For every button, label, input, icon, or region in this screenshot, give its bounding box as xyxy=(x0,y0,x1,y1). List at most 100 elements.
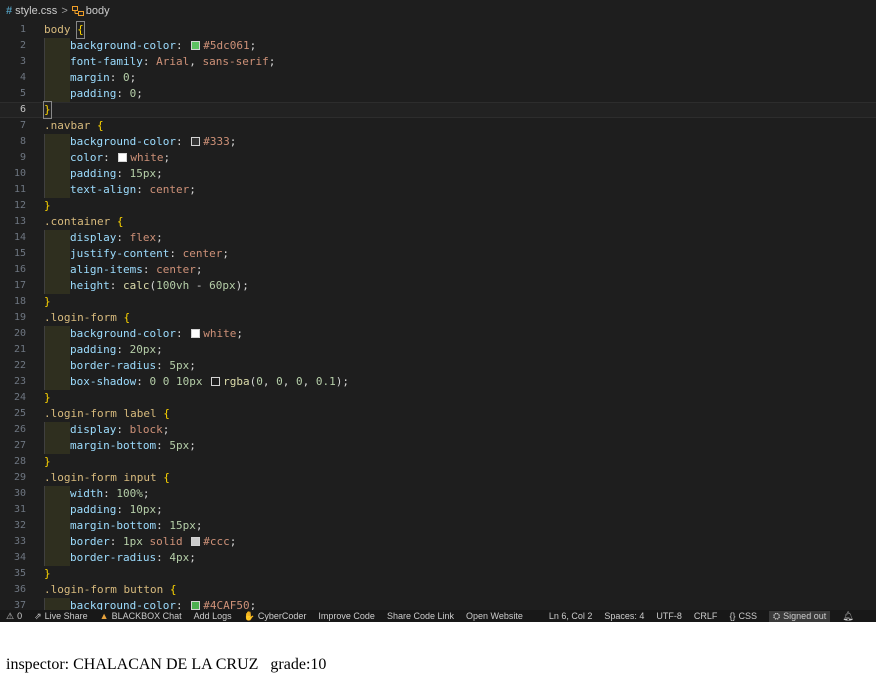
code-line[interactable]: 1 body { xyxy=(0,21,876,39)
code-line[interactable]: 22 border-radius: 5px; xyxy=(0,358,876,374)
line-content[interactable]: } xyxy=(28,566,51,582)
add-logs-button[interactable]: Add Logs xyxy=(194,611,232,621)
cybercoder-button[interactable]: ✋ CyberCoder xyxy=(244,611,307,622)
code-line[interactable]: 16 align-items: center; xyxy=(0,262,876,278)
line-content[interactable]: padding: 20px; xyxy=(28,342,163,358)
code-line[interactable]: 6} xyxy=(0,101,876,119)
line-content[interactable]: width: 100%; xyxy=(28,486,150,502)
line-number[interactable]: 24 xyxy=(0,390,28,406)
line-number[interactable]: 29 xyxy=(0,470,28,486)
line-number[interactable]: 25 xyxy=(0,406,28,422)
line-content[interactable]: height: calc(100vh - 60px); xyxy=(28,278,249,294)
line-number[interactable]: 30 xyxy=(0,486,28,502)
line-number[interactable]: 5 xyxy=(0,86,28,102)
color-swatch[interactable] xyxy=(191,537,201,546)
line-content[interactable]: margin-bottom: 5px; xyxy=(28,438,196,454)
improve-code-button[interactable]: Improve Code xyxy=(318,611,375,621)
line-number[interactable]: 20 xyxy=(0,326,28,342)
code-line[interactable]: 30 width: 100%; xyxy=(0,486,876,502)
line-content[interactable]: body { xyxy=(28,21,85,39)
code-line[interactable]: 5 padding: 0; xyxy=(0,86,876,102)
line-number[interactable]: 6 xyxy=(0,102,28,118)
line-content[interactable]: } xyxy=(28,390,51,406)
line-content[interactable]: background-color: #333; xyxy=(28,134,236,150)
code-line[interactable]: 29 .login-form input { xyxy=(0,470,876,486)
line-content[interactable]: box-shadow: 0 0 10px rgba(0, 0, 0, 0.1); xyxy=(28,374,349,390)
code-line[interactable]: 26 display: block; xyxy=(0,422,876,438)
code-line[interactable]: 9 color: white; xyxy=(0,150,876,166)
open-website-button[interactable]: Open Website xyxy=(466,611,523,621)
color-swatch[interactable] xyxy=(191,41,201,50)
line-content[interactable]: .login-form input { xyxy=(28,470,170,486)
code-line[interactable]: 13 .container { xyxy=(0,214,876,230)
line-number[interactable]: 14 xyxy=(0,230,28,246)
code-line[interactable]: 25 .login-form label { xyxy=(0,406,876,422)
code-line[interactable]: 32 margin-bottom: 15px; xyxy=(0,518,876,534)
line-content[interactable]: font-family: Arial, sans-serif; xyxy=(28,54,275,70)
code-line[interactable]: 12} xyxy=(0,198,876,214)
line-number[interactable]: 21 xyxy=(0,342,28,358)
color-swatch[interactable] xyxy=(191,137,201,146)
line-number[interactable]: 8 xyxy=(0,134,28,150)
line-number[interactable]: 23 xyxy=(0,374,28,390)
line-content[interactable]: .login-form { xyxy=(28,310,130,326)
line-number[interactable]: 1 xyxy=(0,22,28,38)
code-line[interactable]: 34 border-radius: 4px; xyxy=(0,550,876,566)
code-line[interactable]: 17 height: calc(100vh - 60px); xyxy=(0,278,876,294)
line-content[interactable]: } xyxy=(28,101,52,119)
line-content[interactable]: padding: 0; xyxy=(28,86,143,102)
code-line[interactable]: 2 background-color: #5dc061; xyxy=(0,38,876,54)
indentation[interactable]: Spaces: 4 xyxy=(604,611,644,621)
code-line[interactable]: 33 border: 1px solid #ccc; xyxy=(0,534,876,550)
line-number[interactable]: 15 xyxy=(0,246,28,262)
code-line[interactable]: 20 background-color: white; xyxy=(0,326,876,342)
breadcrumb-file[interactable]: style.css xyxy=(15,5,57,17)
code-line[interactable]: 28} xyxy=(0,454,876,470)
line-number[interactable]: 3 xyxy=(0,54,28,70)
code-line[interactable]: 11 text-align: center; xyxy=(0,182,876,198)
line-number[interactable]: 19 xyxy=(0,310,28,326)
blackbox-chat-button[interactable]: ▲ BLACKBOX Chat xyxy=(100,611,182,621)
encoding[interactable]: UTF-8 xyxy=(656,611,682,621)
breadcrumb-symbol[interactable]: body xyxy=(86,5,110,17)
code-line[interactable]: 19 .login-form { xyxy=(0,310,876,326)
line-number[interactable]: 12 xyxy=(0,198,28,214)
color-swatch[interactable] xyxy=(191,601,201,610)
code-line[interactable]: 21 padding: 20px; xyxy=(0,342,876,358)
code-editor[interactable]: # style.css > body 1 body {2 background-co… xyxy=(0,0,876,620)
line-content[interactable]: background-color: #5dc061; xyxy=(28,38,256,54)
line-number[interactable]: 16 xyxy=(0,262,28,278)
share-code-link-button[interactable]: Share Code Link xyxy=(387,611,454,621)
color-swatch[interactable] xyxy=(118,153,128,162)
code-line[interactable]: 3 font-family: Arial, sans-serif; xyxy=(0,54,876,70)
notifications-icon[interactable]: 🔔︎ xyxy=(842,611,853,622)
line-content[interactable]: } xyxy=(28,454,51,470)
line-number[interactable]: 10 xyxy=(0,166,28,182)
line-content[interactable]: justify-content: center; xyxy=(28,246,229,262)
line-content[interactable]: .login-form button { xyxy=(28,582,176,598)
line-number[interactable]: 28 xyxy=(0,454,28,470)
line-number[interactable]: 32 xyxy=(0,518,28,534)
line-content[interactable]: text-align: center; xyxy=(28,182,196,198)
code-line[interactable]: 23 box-shadow: 0 0 10px rgba(0, 0, 0, 0.1… xyxy=(0,374,876,390)
code-line[interactable]: 8 background-color: #333; xyxy=(0,134,876,150)
line-number[interactable]: 11 xyxy=(0,182,28,198)
line-content[interactable]: display: block; xyxy=(28,422,169,438)
line-number[interactable]: 35 xyxy=(0,566,28,582)
line-content[interactable]: padding: 15px; xyxy=(28,166,163,182)
line-number[interactable]: 36 xyxy=(0,582,28,598)
line-content[interactable]: border: 1px solid #ccc; xyxy=(28,534,236,550)
live-share-button[interactable]: ⇗ Live Share xyxy=(34,611,88,622)
line-number[interactable]: 4 xyxy=(0,70,28,86)
code-line[interactable]: 10 padding: 15px; xyxy=(0,166,876,182)
code-line[interactable]: 7 .navbar { xyxy=(0,118,876,134)
code-line[interactable]: 31 padding: 10px; xyxy=(0,502,876,518)
code-lines[interactable]: 1 body {2 background-color: #5dc061; 3 font-… xyxy=(0,21,876,614)
line-number[interactable]: 26 xyxy=(0,422,28,438)
line-content[interactable]: display: flex; xyxy=(28,230,163,246)
line-number[interactable]: 27 xyxy=(0,438,28,454)
line-content[interactable]: .navbar { xyxy=(28,118,104,134)
line-content[interactable]: .container { xyxy=(28,214,123,230)
line-content[interactable]: } xyxy=(28,198,51,214)
line-content[interactable]: margin: 0; xyxy=(28,70,136,86)
